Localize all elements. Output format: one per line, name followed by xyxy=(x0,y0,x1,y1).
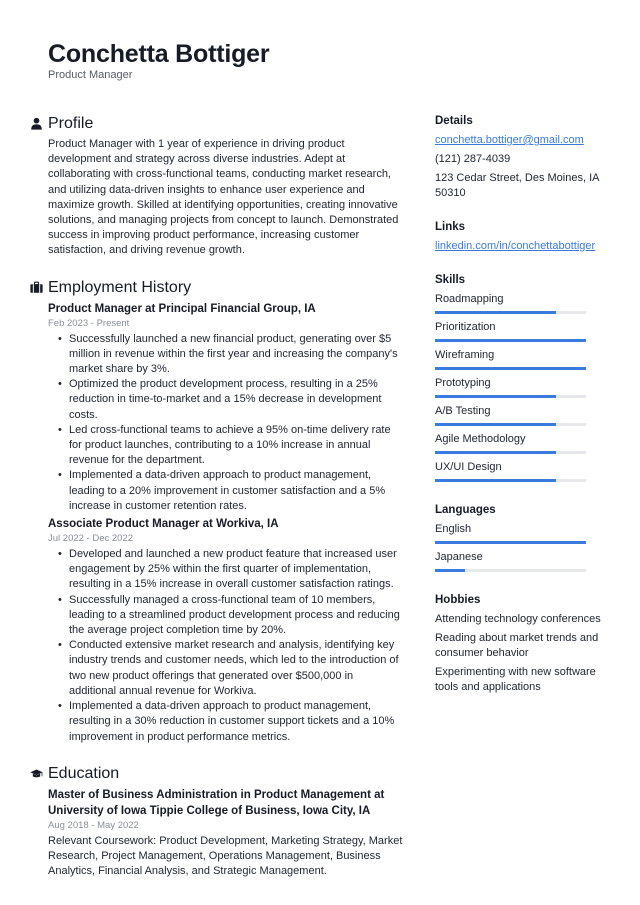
details-heading: Details xyxy=(435,115,473,127)
details-section: Details conchetta.bottiger@gmail.com (12… xyxy=(435,113,610,201)
address: 123 Cedar Street, Des Moines, IA 50310 xyxy=(435,172,599,199)
skill-name: Prioritization xyxy=(435,321,496,333)
language-level-fill xyxy=(435,541,586,544)
linkedin-link[interactable]: linkedin.com/in/conchettabottiger xyxy=(435,240,595,252)
skill-name: UX/UI Design xyxy=(435,461,502,473)
skill-name: Roadmapping xyxy=(435,293,504,305)
skill-level-bar xyxy=(435,451,586,454)
skill-level-bar xyxy=(435,479,586,482)
skill-level-fill xyxy=(435,423,556,426)
job-bullets: Successfully launched a new financial pr… xyxy=(48,332,403,514)
profile-summary: Product Manager with 1 year of experienc… xyxy=(48,138,399,257)
education-heading: Education xyxy=(30,763,403,785)
job-bullet: Successfully launched a new financial pr… xyxy=(58,332,403,378)
skill-level-fill xyxy=(435,395,556,398)
skill-item: Wireframing xyxy=(435,348,610,370)
candidate-title: Product Manager xyxy=(48,69,133,81)
language-item: Japanese xyxy=(435,550,610,572)
email-link[interactable]: conchetta.bottiger@gmail.com xyxy=(435,134,584,146)
skill-name: Agile Methodology xyxy=(435,433,526,445)
skill-item: Roadmapping xyxy=(435,292,610,314)
degree-title: Master of Business Administration in Pro… xyxy=(48,788,385,817)
job-bullets: Developed and launched a new product fea… xyxy=(48,547,403,745)
language-item: English xyxy=(435,522,610,544)
graduation-cap-icon xyxy=(30,769,43,777)
links-heading: Links xyxy=(435,221,466,233)
briefcase-icon xyxy=(30,281,43,293)
job-title: Product Manager at Principal Financial G… xyxy=(48,302,316,315)
skill-item: Agile Methodology xyxy=(435,432,610,454)
employment-section: Employment History Product Manager at Pr… xyxy=(30,277,403,745)
phone-number: (121) 287-4039 xyxy=(435,153,511,165)
job-dates: Jul 2022 - Dec 2022 xyxy=(48,533,134,545)
skills-list: Roadmapping Prioritization Wireframing Prot… xyxy=(435,292,610,482)
job-bullet: Led cross-functional teams to achieve a … xyxy=(58,423,403,469)
skills-heading: Skills xyxy=(435,274,466,286)
section-title: Employment History xyxy=(48,278,192,296)
employment-heading: Employment History xyxy=(30,277,403,299)
job-bullet: Implemented a data-driven approach to pr… xyxy=(58,468,403,514)
skill-item: UX/UI Design xyxy=(435,460,610,482)
links-section: Links linkedin.com/in/conchettabottiger xyxy=(435,219,610,254)
person-icon xyxy=(31,117,42,130)
job-bullet: Developed and launched a new product fea… xyxy=(58,547,403,593)
job-bullet: Optimized the product development proces… xyxy=(58,377,403,423)
job-entry: Associate Product Manager at Workiva, IA… xyxy=(48,516,403,745)
hobbies-heading: Hobbies xyxy=(435,594,481,606)
profile-heading: Profile xyxy=(31,113,403,135)
languages-list: English Japanese xyxy=(435,522,610,572)
skill-name: Prototyping xyxy=(435,377,491,389)
job-title: Associate Product Manager at Workiva, IA xyxy=(48,518,279,531)
education-description: Relevant Coursework: Product Development… xyxy=(48,834,403,878)
skill-level-bar xyxy=(435,367,586,370)
hobby-item: Attending technology conferences xyxy=(435,613,601,625)
skill-name: Wireframing xyxy=(435,349,495,361)
skill-level-fill xyxy=(435,367,586,370)
job-bullet: Successfully managed a cross-functional … xyxy=(58,593,403,639)
language-level-bar xyxy=(435,541,586,544)
skill-level-fill xyxy=(435,451,556,454)
education-dates: Aug 2018 - May 2022 xyxy=(48,819,139,831)
hobby-item: Experimenting with new software tools an… xyxy=(435,666,596,693)
hobbies-section: Hobbies Attending technology conferences… xyxy=(435,592,610,695)
main-column: Profile Product Manager with 1 year of e… xyxy=(30,113,403,895)
job-bullet: Conducted extensive market research and … xyxy=(58,638,403,699)
language-name: Japanese xyxy=(435,551,483,563)
job-dates: Feb 2023 - Present xyxy=(48,317,130,329)
hobby-item: Reading about market trends and consumer… xyxy=(435,632,599,659)
resume-header: Conchetta Bottiger Product Manager xyxy=(48,40,270,82)
language-level-bar xyxy=(435,569,586,572)
skill-level-bar xyxy=(435,395,586,398)
education-entry: Master of Business Administration in Pro… xyxy=(48,787,403,880)
skill-level-fill xyxy=(435,311,556,314)
languages-section: Languages English Japanese xyxy=(435,502,610,572)
skill-level-fill xyxy=(435,339,586,342)
skills-section: Skills Roadmapping Prioritization Wirefram… xyxy=(435,272,610,482)
job-bullet: Implemented a data-driven approach to pr… xyxy=(58,699,403,745)
skill-level-bar xyxy=(435,339,586,342)
section-title: Education xyxy=(48,764,120,782)
languages-heading: Languages xyxy=(435,504,496,516)
language-level-fill xyxy=(435,569,466,572)
language-name: English xyxy=(435,523,472,535)
skill-item: Prototyping xyxy=(435,376,610,398)
skill-item: A/B Testing xyxy=(435,404,610,426)
education-section: Education Master of Business Administrat… xyxy=(30,763,403,880)
skill-name: A/B Testing xyxy=(435,405,491,417)
skill-level-bar xyxy=(435,311,586,314)
sidebar-column: Details conchetta.bottiger@gmail.com (12… xyxy=(435,113,610,713)
job-entry: Product Manager at Principal Financial G… xyxy=(48,301,403,514)
skill-level-fill xyxy=(435,479,556,482)
candidate-name: Conchetta Bottiger xyxy=(48,40,270,68)
section-title: Profile xyxy=(48,115,94,132)
skill-item: Prioritization xyxy=(435,320,610,342)
skill-level-bar xyxy=(435,423,586,426)
profile-section: Profile Product Manager with 1 year of e… xyxy=(31,113,403,259)
